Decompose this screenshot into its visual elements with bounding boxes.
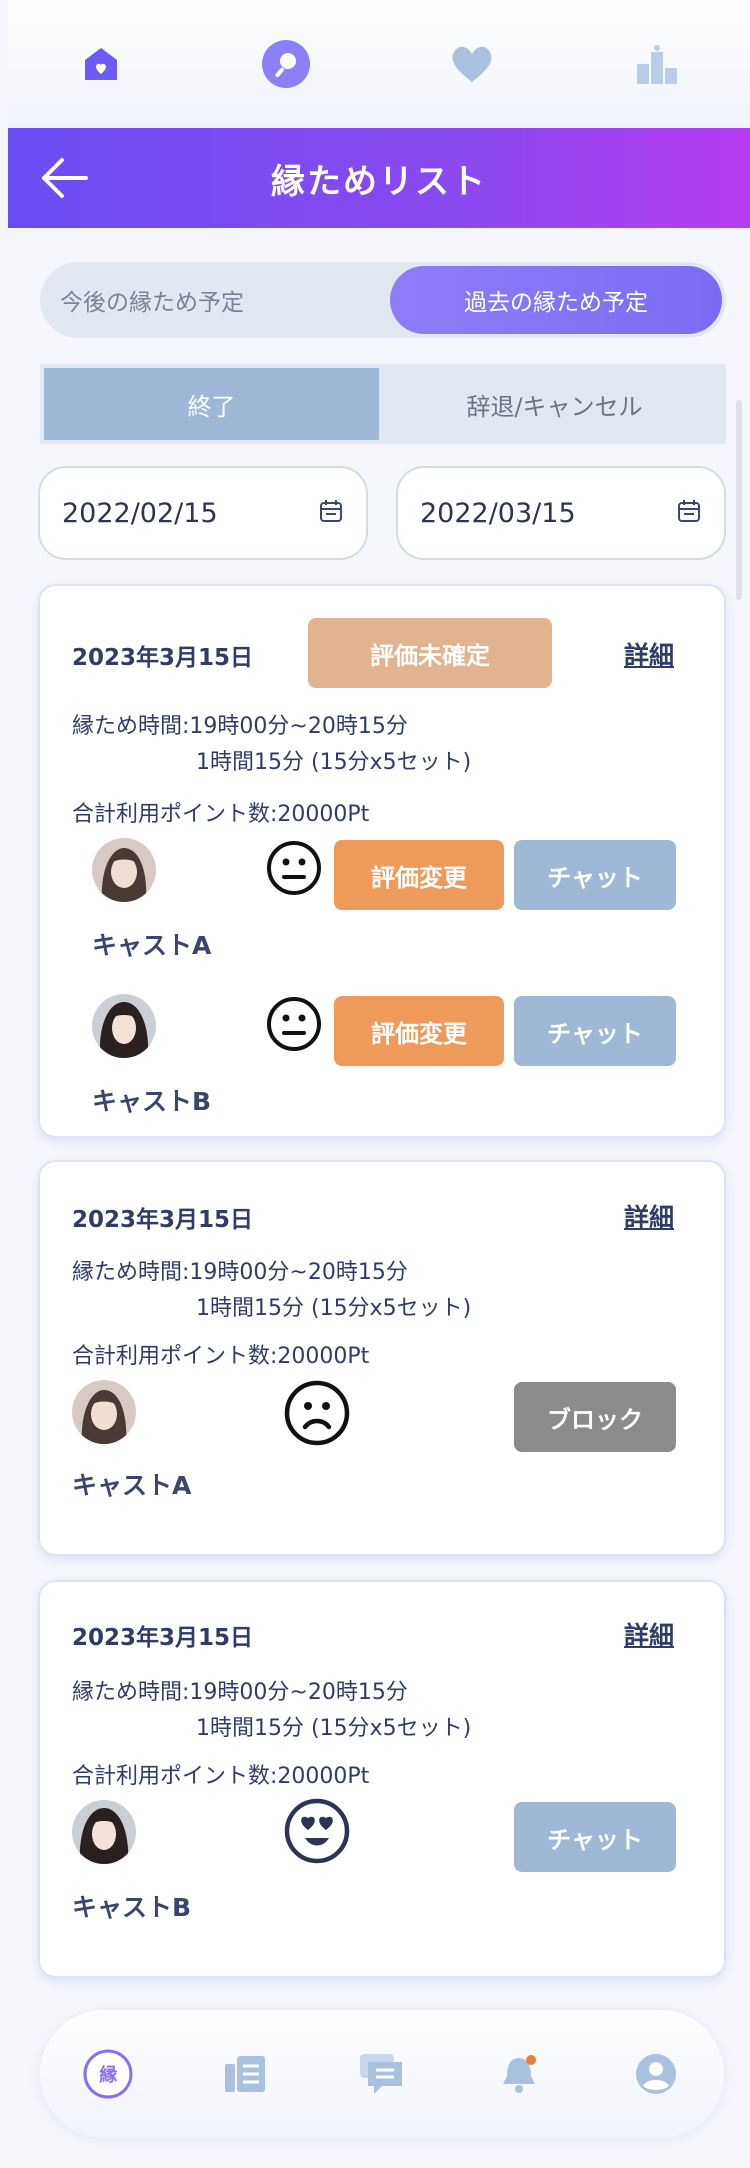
- scrollbar[interactable]: [736, 400, 742, 600]
- cast-name: キャストB: [72, 1893, 192, 1922]
- list-icon[interactable]: [217, 2046, 273, 2102]
- detail-link[interactable]: 詳細: [624, 1616, 674, 1652]
- schedule-card: 2023年3月15日 評価未確定 詳細 縁ため時間:19時00分~20時15分 …: [38, 584, 726, 1138]
- chat-bubbles-icon[interactable]: [354, 2046, 410, 2102]
- cast-name: キャストB: [92, 1087, 212, 1116]
- points-text: 合計利用ポイント数:20000Pt: [72, 802, 370, 827]
- tab-cancelled[interactable]: 辞退/キャンセル: [383, 364, 726, 444]
- schedule-toggle: 今後の縁ため予定 過去の縁ため予定: [40, 262, 726, 338]
- card-date: 2023年3月15日: [72, 1207, 254, 1233]
- date-to-field[interactable]: 2022/03/15: [396, 466, 726, 560]
- profile-icon[interactable]: [628, 2046, 684, 2102]
- neutral-face-icon: [266, 996, 322, 1056]
- avatar[interactable]: [92, 994, 156, 1058]
- date-from-value: 2022/02/15: [62, 497, 218, 529]
- cast-name: キャストA: [92, 931, 212, 960]
- time-range-text: 縁ため時間:19時00分~20時15分: [72, 1680, 408, 1705]
- time-range-text: 縁ため時間:19時00分~20時15分: [72, 714, 408, 739]
- time-range-text: 縁ため時間:19時00分~20時15分: [72, 1260, 408, 1285]
- calendar-icon: [676, 498, 702, 528]
- page-title: 縁ためリスト: [271, 161, 487, 202]
- duration-text: 1時間15分 (15分x5セット): [196, 750, 472, 775]
- calendar-icon: [318, 498, 344, 528]
- chat-button[interactable]: チャット: [514, 1802, 676, 1872]
- points-text: 合計利用ポイント数:20000Pt: [72, 1764, 370, 1789]
- detail-link[interactable]: 詳細: [624, 636, 674, 672]
- bell-icon[interactable]: [491, 2046, 547, 2102]
- ranking-icon[interactable]: [632, 39, 682, 89]
- bottom-nav: 縁: [40, 2010, 724, 2138]
- schedule-card: 2023年3月15日 詳細 縁ため時間:19時00分~20時15分 1時間15分…: [38, 1160, 726, 1556]
- home-icon[interactable]: [76, 39, 126, 89]
- heart-icon[interactable]: [447, 39, 497, 89]
- duration-text: 1時間15分 (15分x5セット): [196, 1296, 472, 1321]
- change-evaluation-button[interactable]: 評価変更: [334, 996, 504, 1066]
- card-date: 2023年3月15日: [72, 645, 254, 671]
- logo-text: 縁: [99, 2065, 118, 2086]
- change-evaluation-button[interactable]: 評価変更: [334, 840, 504, 910]
- avatar[interactable]: [72, 1380, 136, 1444]
- chat-button[interactable]: チャット: [514, 840, 676, 910]
- cast-name: キャストA: [72, 1471, 192, 1500]
- avatar[interactable]: [92, 838, 156, 902]
- heart-eyes-face-icon: [284, 1798, 350, 1868]
- block-button[interactable]: ブロック: [514, 1382, 676, 1452]
- toggle-past[interactable]: 過去の縁ため予定: [390, 266, 722, 334]
- detail-link[interactable]: 詳細: [624, 1198, 674, 1234]
- date-from-field[interactable]: 2022/02/15: [38, 466, 368, 560]
- status-tabs: 終了 辞退/キャンセル: [40, 364, 726, 444]
- chat-button[interactable]: チャット: [514, 996, 676, 1066]
- pending-evaluation-badge: 評価未確定: [308, 618, 552, 688]
- neutral-face-icon: [266, 840, 322, 900]
- top-icon-bar: [8, 0, 750, 128]
- magnifier-icon[interactable]: [261, 39, 311, 89]
- page-header: 縁ためリスト: [8, 128, 750, 228]
- toggle-upcoming[interactable]: 今後の縁ため予定: [60, 262, 244, 338]
- duration-text: 1時間15分 (15分x5セット): [196, 1716, 472, 1741]
- en-logo-icon[interactable]: 縁: [80, 2046, 136, 2102]
- points-text: 合計利用ポイント数:20000Pt: [72, 1344, 370, 1369]
- avatar[interactable]: [72, 1800, 136, 1864]
- card-date: 2023年3月15日: [72, 1625, 254, 1651]
- date-to-value: 2022/03/15: [420, 497, 576, 529]
- tab-finished[interactable]: 終了: [40, 364, 383, 444]
- schedule-card: 2023年3月15日 詳細 縁ため時間:19時00分~20時15分 1時間15分…: [38, 1580, 726, 1978]
- sad-face-icon: [284, 1380, 350, 1450]
- back-arrow-icon[interactable]: [38, 156, 90, 200]
